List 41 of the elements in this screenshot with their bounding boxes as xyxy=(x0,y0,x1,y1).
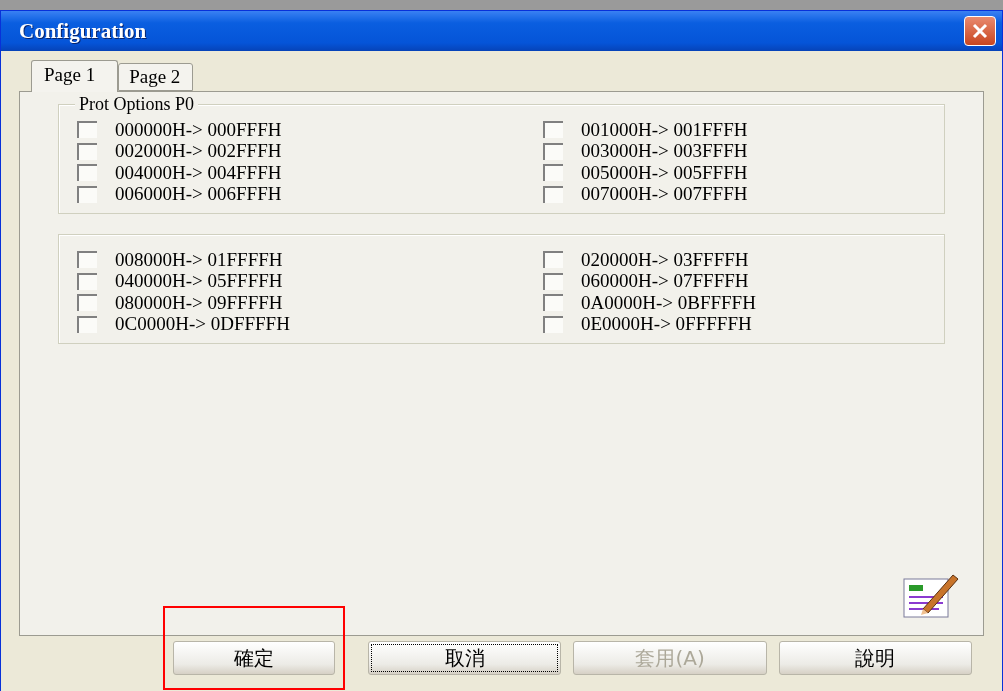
checkbox[interactable] xyxy=(543,164,563,182)
option-label: 0C0000H-> 0DFFFFH xyxy=(115,313,290,336)
option-label: 000000H-> 000FFFH xyxy=(115,118,282,141)
close-icon xyxy=(971,22,989,40)
checkbox[interactable] xyxy=(543,315,563,333)
dialog-button[interactable]: 說明 xyxy=(778,641,972,675)
option-label: 040000H-> 05FFFFH xyxy=(115,270,283,293)
checkbox[interactable] xyxy=(543,185,563,203)
close-button[interactable] xyxy=(964,16,996,46)
checkbox[interactable] xyxy=(77,315,97,333)
dialog-button[interactable]: 確定 xyxy=(173,641,336,675)
option-label: 060000H-> 07FFFFH xyxy=(581,270,749,293)
option-label: 0E0000H-> 0FFFFFH xyxy=(581,313,752,336)
dialog-button[interactable]: 取消 xyxy=(368,641,562,675)
option-label: 003000H-> 003FFFH xyxy=(581,140,748,163)
checkbox[interactable] xyxy=(77,185,97,203)
option-label: 006000H-> 006FFFH xyxy=(115,183,282,206)
option-label: 007000H-> 007FFFH xyxy=(581,183,748,206)
option-label: 0A0000H-> 0BFFFFH xyxy=(581,291,756,314)
checkbox[interactable] xyxy=(543,121,563,139)
option-label: 001000H-> 001FFFH xyxy=(581,118,748,141)
group-title: Prot Options P0 xyxy=(75,94,199,115)
checkbox[interactable] xyxy=(77,251,97,269)
tab[interactable]: Page 1 xyxy=(31,60,119,92)
checkbox[interactable] xyxy=(543,251,563,269)
checkbox[interactable] xyxy=(543,294,563,312)
option-label: 008000H-> 01FFFFH xyxy=(115,248,283,271)
checkbox[interactable] xyxy=(77,121,97,139)
checkbox[interactable] xyxy=(543,142,563,160)
option-label: 020000H-> 03FFFFH xyxy=(581,248,749,271)
option-label: 002000H-> 002FFFH xyxy=(115,140,282,163)
tab[interactable]: Page 2 xyxy=(118,63,194,91)
option-label: 004000H-> 004FFFH xyxy=(115,161,282,184)
checkbox[interactable] xyxy=(77,164,97,182)
checkbox[interactable] xyxy=(543,272,563,290)
option-label: 005000H-> 005FFFH xyxy=(581,161,748,184)
checkbox[interactable] xyxy=(77,272,97,290)
checkbox[interactable] xyxy=(77,142,97,160)
checkbox[interactable] xyxy=(77,294,97,312)
window-title: Configuration xyxy=(19,18,147,44)
option-label: 080000H-> 09FFFFH xyxy=(115,291,283,314)
